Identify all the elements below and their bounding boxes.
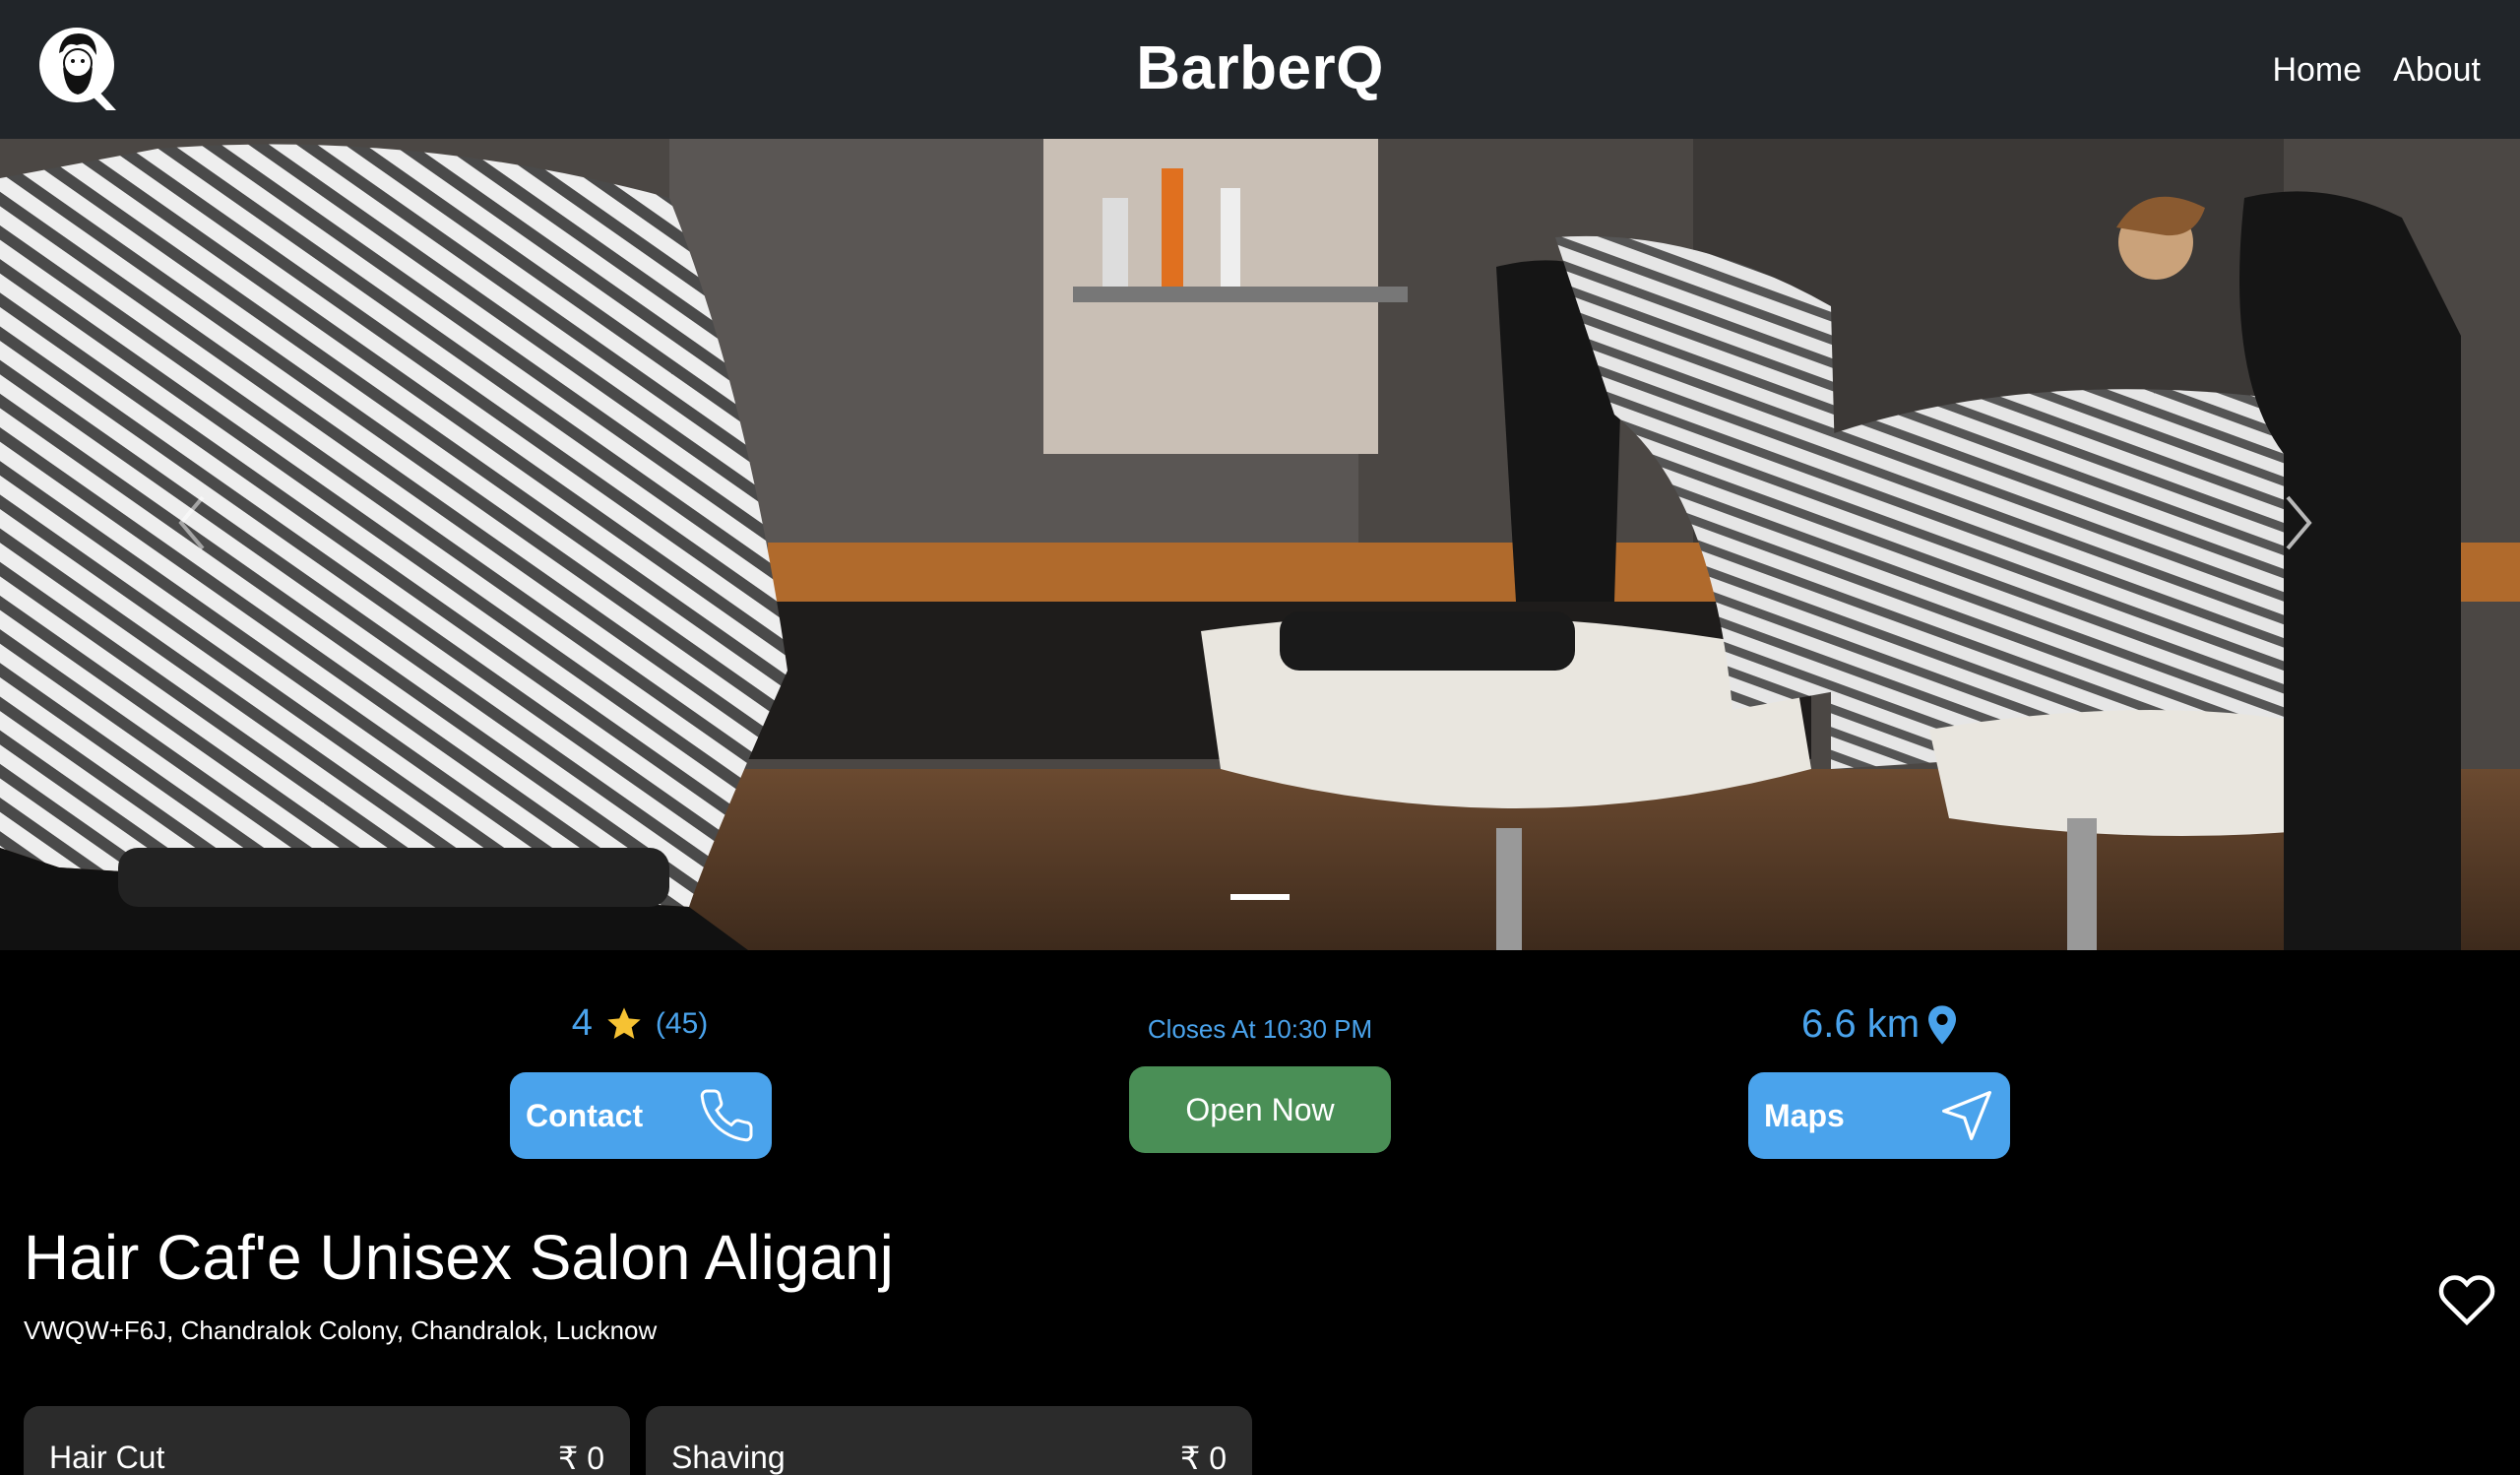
navbar: BarberQ Home About	[0, 0, 2520, 139]
rating-count: (45)	[655, 1006, 709, 1040]
location-pin-icon	[1928, 1004, 1957, 1045]
carousel-indicator-active[interactable]	[1230, 894, 1290, 900]
service-card[interactable]: Hair Cut ₹ 0	[24, 1406, 630, 1475]
phone-icon	[700, 1089, 753, 1142]
carousel-next-button[interactable]	[2284, 493, 2343, 602]
barbershop-photo	[0, 139, 2520, 950]
maps-button[interactable]: Maps	[1748, 1072, 2010, 1159]
contact-button[interactable]: Contact	[510, 1072, 772, 1159]
closing-time: Closes At 10:30 PM	[1147, 1014, 1373, 1044]
star-icon	[607, 1006, 641, 1039]
chevron-left-icon	[178, 495, 205, 550]
brand-title[interactable]: BarberQ	[0, 33, 2520, 103]
service-card[interactable]: Shaving ₹ 0	[646, 1406, 1252, 1475]
hero-carousel[interactable]	[0, 139, 2520, 950]
nav-links: Home About	[2272, 51, 2481, 90]
nav-about-link[interactable]: About	[2393, 51, 2481, 90]
service-price: ₹ 0	[1179, 1441, 1227, 1475]
distance-value: 6.6 km	[1800, 1002, 1921, 1046]
open-now-button[interactable]: Open Now	[1129, 1066, 1391, 1153]
chevron-right-icon	[2286, 495, 2312, 550]
favorite-heart-icon[interactable]	[2437, 1270, 2496, 1329]
nav-home-link[interactable]: Home	[2272, 51, 2362, 90]
rating: 4 (45)	[512, 1002, 768, 1045]
service-name: Shaving	[671, 1440, 786, 1475]
navigation-arrow-icon	[1942, 1091, 1991, 1140]
contact-button-label: Contact	[526, 1097, 644, 1133]
service-name: Hair Cut	[49, 1440, 165, 1475]
service-price: ₹ 0	[557, 1441, 604, 1475]
carousel-prev-button[interactable]	[177, 493, 236, 602]
distance: 6.6 km	[1752, 1002, 2008, 1047]
rating-value: 4	[571, 1002, 593, 1044]
salon-address: VWQW+F6J, Chandralok Colony, Chandralok,…	[24, 1315, 658, 1345]
salon-name: Hair Caf'e Unisex Salon Aliganj	[24, 1222, 894, 1293]
maps-button-label: Maps	[1764, 1097, 1845, 1133]
